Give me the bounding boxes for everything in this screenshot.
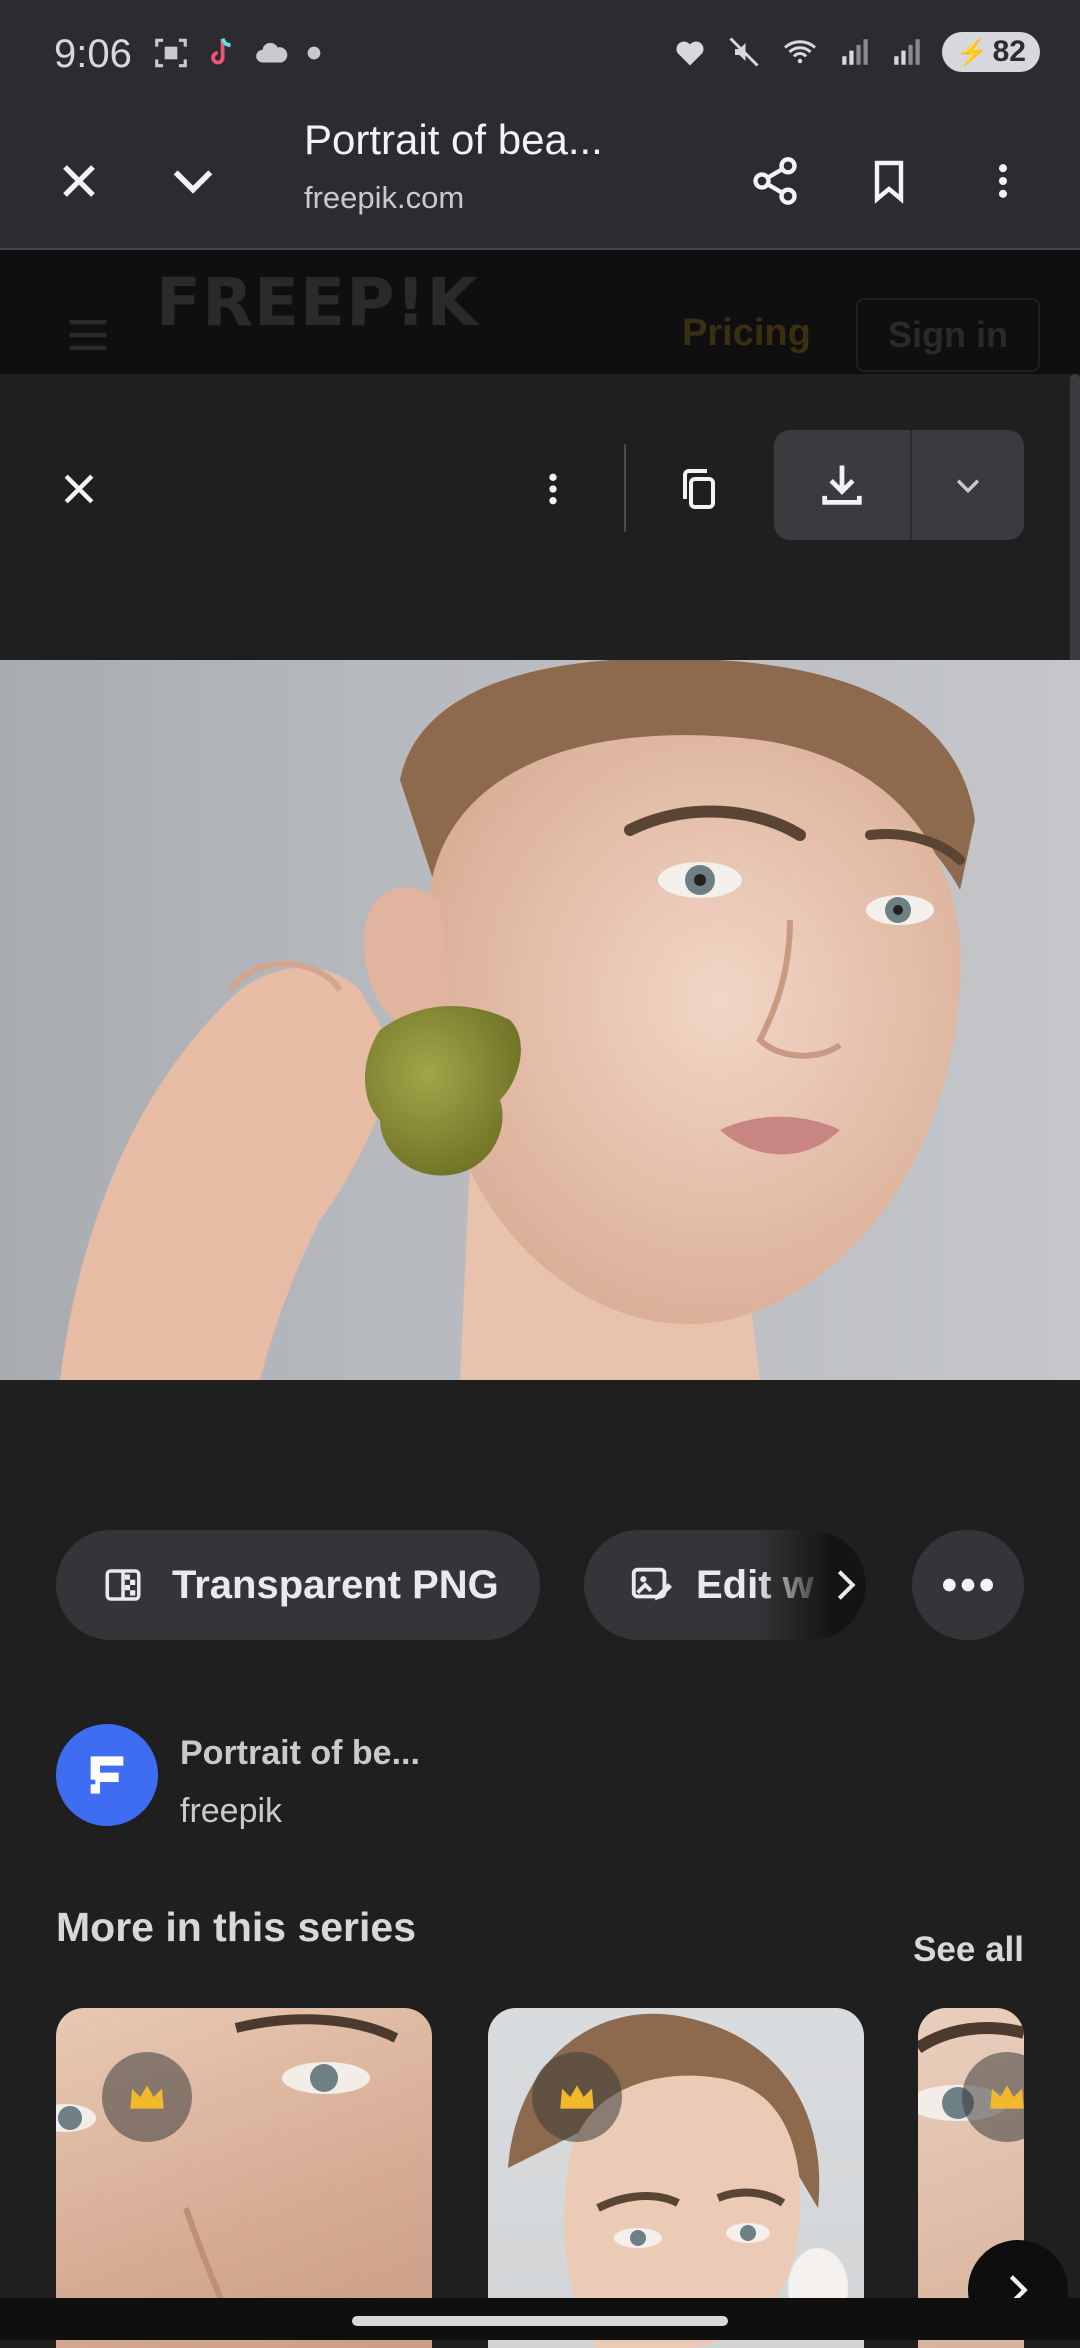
close-tab-button[interactable] [44,146,114,216]
sign-in-button: Sign in [856,298,1040,372]
source-title[interactable]: Portrait of be... [180,1734,420,1773]
share-button[interactable] [740,146,810,216]
crown-icon [130,2085,164,2109]
copy-button[interactable] [664,454,734,524]
hamburger-icon [69,319,107,351]
premium-badge [532,2052,622,2142]
crown-icon [990,2085,1024,2109]
see-all-link[interactable]: See all [913,1930,1024,1970]
close-icon [64,474,94,504]
tiktok-icon [211,38,231,65]
share-icon [753,157,797,205]
chevron-down-icon [173,170,213,194]
dot-icon [307,46,321,60]
thumbnail-portrait-image [508,2013,848,2348]
edit-chip[interactable]: Edit w [584,1530,866,1640]
premium-badge [102,2052,192,2142]
wifi-icon [784,40,817,64]
freepik-logo: FREEP!K [156,264,479,341]
series-thumbnail[interactable] [488,2008,864,2348]
copy-icon [683,469,715,509]
download-group [774,430,1024,540]
site-header: FREEP!K Pricing Sign in [0,250,1080,374]
transparent-png-chip[interactable]: Transparent PNG [56,1530,540,1640]
bookmark-button[interactable] [854,146,924,216]
signal-icon [842,39,868,65]
signal-icon [894,39,920,65]
status-time: 9:06 [54,32,132,76]
series-thumbnail[interactable] [56,2008,432,2348]
scroll-fade [756,1530,866,1640]
download-options-button[interactable] [912,430,1024,540]
viewer-more-button[interactable] [518,454,588,524]
status-right-icons: ⚡ 82 [672,32,1040,72]
mute-icon [729,37,759,67]
page-title: Portrait of bea... [304,116,603,163]
portrait-image[interactable] [0,660,1080,1380]
crown-icon [560,2085,594,2109]
close-icon [63,165,95,197]
battery-level: 82 [992,35,1026,68]
battery-icon: ⚡ 82 [942,32,1040,72]
freepik-logo-icon [86,1756,124,1794]
more-horiz-icon [942,1578,994,1592]
pricing-link: Pricing [682,312,811,354]
download-button[interactable] [774,430,912,540]
edit-image-icon [628,1562,674,1608]
heart-icon [676,41,704,66]
menu-button[interactable] [968,146,1038,216]
image-viewer: Transparent PNG Edit w Portrait of be...… [0,374,1080,2348]
source-avatar[interactable] [56,1724,158,1826]
transparent-png-label: Transparent PNG [172,1562,499,1607]
screenshot-icon [155,38,187,68]
download-icon [822,465,862,505]
gesture-nav-bar [0,2298,1080,2340]
more-vert-icon [549,473,557,505]
status-bar: 9:06 ⚡ 82 [0,0,1080,112]
source-name[interactable]: freepik [180,1792,282,1831]
chevron-right-icon[interactable] [826,1565,866,1605]
page-url: freepik.com [304,180,465,215]
portrait-illustration [60,660,975,1380]
series-section-title: More in this series [56,1904,417,1950]
thumbnail-eyes-image [56,2014,399,2339]
more-vert-icon [998,164,1008,198]
home-handle[interactable] [352,2316,728,2326]
status-left-icons [152,34,324,72]
more-actions-button[interactable] [912,1530,1024,1640]
cloud-icon [256,42,288,63]
minimize-tab-button[interactable] [158,146,228,216]
toolbar-divider [624,444,626,532]
bookmark-icon [874,160,904,204]
viewer-close-button[interactable] [44,454,114,524]
chevron-down-icon [956,479,980,494]
transparent-png-icon [102,1564,144,1606]
